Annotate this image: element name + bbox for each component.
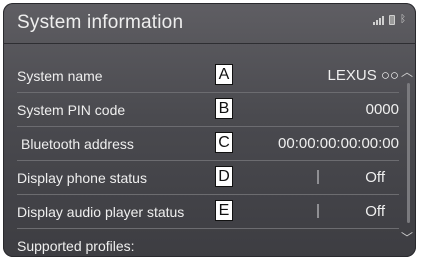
screen-frame: System information ᛒ System name A LEXUS… bbox=[3, 3, 416, 257]
system-pin-value: 0000 bbox=[365, 101, 399, 118]
badge-d: D bbox=[215, 166, 233, 187]
system-name-value: LEXUS ○○ bbox=[327, 67, 399, 84]
page-title: System information bbox=[17, 12, 184, 33]
badge-e: E bbox=[215, 200, 233, 221]
toggle-indicator-icon bbox=[317, 170, 319, 184]
badge-b: B bbox=[215, 98, 233, 119]
row-label: Display phone status bbox=[17, 169, 147, 186]
row-label: Display audio player status bbox=[17, 203, 185, 220]
display-phone-status-value[interactable]: Off bbox=[365, 169, 385, 186]
status-icons: ᛒ bbox=[373, 15, 406, 25]
row-supported-profiles[interactable]: Supported profiles: bbox=[17, 229, 399, 257]
row-label: System PIN code bbox=[17, 101, 126, 118]
scroll-up-icon[interactable]: ︿ bbox=[401, 63, 413, 80]
toggle-indicator-icon bbox=[317, 204, 319, 218]
row-label: Supported profiles: bbox=[17, 237, 135, 254]
row-system-pin-code[interactable]: System PIN code B 0000 bbox=[17, 93, 399, 127]
bluetooth-address-value: 00:00:00:00:00:00 bbox=[278, 135, 399, 152]
signal-icon bbox=[373, 16, 384, 25]
display-audio-player-status-value[interactable]: Off bbox=[365, 203, 385, 220]
row-display-phone-status[interactable]: Display phone status D Off bbox=[17, 161, 399, 195]
scrollbar[interactable] bbox=[407, 83, 410, 223]
badge-a: A bbox=[215, 64, 233, 85]
badge-c: C bbox=[215, 132, 233, 153]
battery-icon bbox=[389, 15, 395, 25]
title-divider bbox=[3, 43, 416, 44]
info-list: System name A LEXUS ○○ System PIN code B… bbox=[17, 59, 399, 257]
row-display-audio-player-status[interactable]: Display audio player status E Off bbox=[17, 195, 399, 229]
bluetooth-icon: ᛒ bbox=[400, 14, 406, 25]
row-bluetooth-address[interactable]: Bluetooth address C 00:00:00:00:00:00 bbox=[17, 127, 399, 161]
row-system-name[interactable]: System name A LEXUS ○○ bbox=[17, 59, 399, 93]
scroll-down-icon[interactable]: ﹀ bbox=[401, 229, 413, 246]
